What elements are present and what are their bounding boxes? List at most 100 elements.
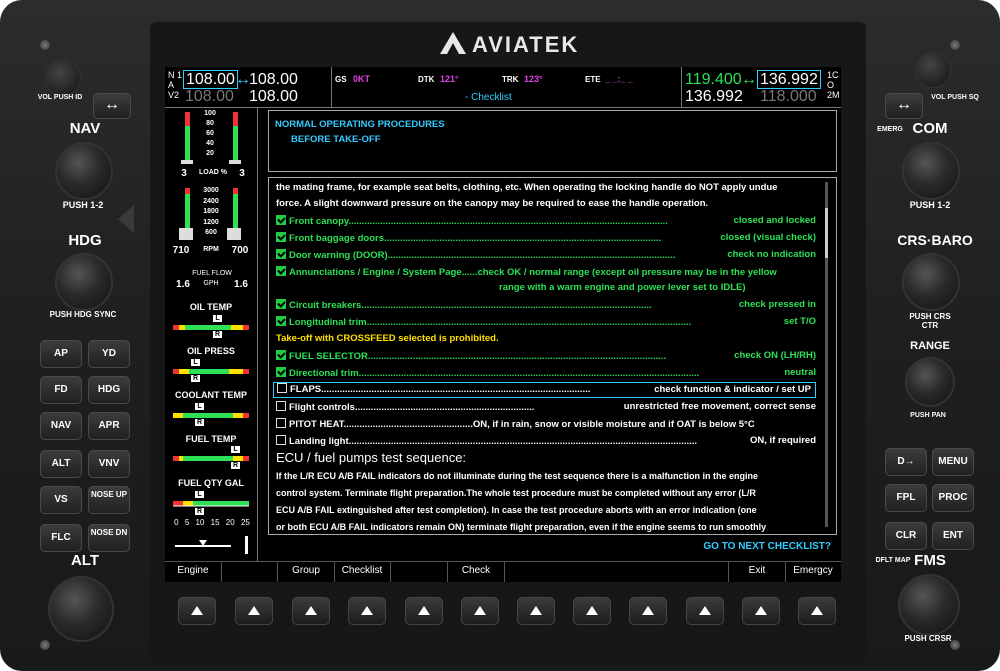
checkbox-checked-icon[interactable] <box>276 266 286 276</box>
load-ticks: 100 80 60 40 20 <box>204 110 216 157</box>
com-knob[interactable] <box>902 142 960 200</box>
fms-label: FMS <box>914 552 946 569</box>
nav-knob[interactable] <box>55 142 113 200</box>
checklist-item-fuel-selector[interactable]: FUEL SELECTOR...........................… <box>276 350 816 362</box>
oil-temp-r-pointer: R <box>213 331 222 338</box>
softkey-label-check: Check <box>447 562 505 582</box>
dtk-value: 121° <box>440 74 459 84</box>
fuel-temp-r-pointer: R <box>231 462 240 469</box>
alt-knob[interactable] <box>48 576 114 642</box>
checkbox-checked-icon[interactable] <box>276 350 286 360</box>
fpl-key[interactable]: FPL <box>885 484 927 512</box>
flc-key[interactable]: FLC <box>40 524 82 552</box>
checkbox-checked-icon[interactable] <box>276 299 286 309</box>
direct-to-key[interactable]: D→ <box>885 448 927 476</box>
checkbox-empty-icon[interactable] <box>276 401 286 411</box>
nav1-active-freq[interactable]: 108.00 <box>183 70 238 89</box>
softkey-label-group: Group <box>277 562 335 582</box>
nav-key[interactable]: NAV <box>40 412 82 440</box>
fms-knob[interactable] <box>898 574 960 636</box>
hdg-knob[interactable] <box>55 253 113 311</box>
vol-knob[interactable] <box>45 60 81 96</box>
checklist-item-front-canopy[interactable]: Front canopy............................… <box>276 215 816 227</box>
checkbox-checked-icon[interactable] <box>276 367 286 377</box>
vs-key[interactable]: VS <box>40 486 82 514</box>
checkbox-checked-icon[interactable] <box>276 316 286 326</box>
com-swap-arrow: ↔ <box>741 71 757 88</box>
softkey-label-exit: Exit <box>728 562 786 582</box>
load-left-value: 3 <box>181 168 187 179</box>
checkbox-checked-icon[interactable] <box>276 232 286 242</box>
checkbox-empty-icon[interactable] <box>277 383 287 393</box>
ecu-test-heading: ECU / fuel pumps test sequence: <box>276 450 467 465</box>
procedure-header: NORMAL OPERATING PROCEDURES BEFORE TAKE-… <box>268 110 837 172</box>
clr-key[interactable]: CLR <box>885 522 927 550</box>
nav2-standby-freq: 108.00 <box>249 88 298 105</box>
softkey-9-button[interactable] <box>629 597 667 625</box>
scrollbar-thumb[interactable] <box>825 208 828 258</box>
nose-dn-key[interactable]: NOSE DN <box>88 524 130 552</box>
range-knob[interactable] <box>905 357 955 407</box>
softkey-label-engine: Engine <box>165 562 222 582</box>
checkbox-checked-icon[interactable] <box>276 249 286 259</box>
checkbox-empty-icon[interactable] <box>276 418 286 428</box>
checklist-item-flight-controls[interactable]: Flight controls.........................… <box>276 401 816 413</box>
hdg-key[interactable]: HDG <box>88 376 130 404</box>
fuel-qty-label: FUEL QTY GAL <box>178 478 244 488</box>
nose-up-key[interactable]: NOSE UP <box>88 486 130 514</box>
fd-key[interactable]: FD <box>40 376 82 404</box>
softkey-8-button[interactable] <box>573 597 611 625</box>
top-status-bar: N 1 A V2 108.00 ↔ 108.00 108.00 108.00 G… <box>165 67 841 108</box>
com-swap-button[interactable]: ↔ <box>885 93 923 119</box>
crs-baro-knob[interactable] <box>902 253 960 311</box>
coolant-r-pointer: R <box>195 419 204 426</box>
softkey-label-checklist: Checklist <box>334 562 391 582</box>
checklist-item-longitudinal-trim[interactable]: Longitudinal trim.......................… <box>276 316 816 328</box>
screw <box>40 640 50 650</box>
softkey-2-button[interactable] <box>235 597 273 625</box>
checklist-item-front-baggage[interactable]: Front baggage doors.....................… <box>276 232 816 244</box>
checkbox-checked-icon[interactable] <box>276 215 286 225</box>
checklist-item-flaps-selected[interactable]: FLAPS...................................… <box>273 382 816 398</box>
softkey-7-button[interactable] <box>517 597 555 625</box>
checklist-item-directional-trim[interactable]: Directional trim........................… <box>276 367 816 379</box>
checklist-item-landing-light[interactable]: Landing light...........................… <box>276 435 816 447</box>
nav-swap-button[interactable]: ↔ <box>93 93 131 119</box>
aviatek-logo-icon <box>440 32 466 54</box>
checkbox-empty-icon[interactable] <box>276 435 286 445</box>
alt-key[interactable]: ALT <box>40 450 82 478</box>
com1-standby-freq[interactable]: 136.992 <box>757 70 821 89</box>
com-vol-knob[interactable] <box>915 52 951 88</box>
softkey-4-button[interactable] <box>348 597 386 625</box>
softkey-10-button[interactable] <box>686 597 724 625</box>
goto-next-checklist[interactable]: GO TO NEXT CHECKLIST? <box>703 541 831 552</box>
softkey-12-button[interactable] <box>798 597 836 625</box>
annunciations-continuation: range with a warm engine and power lever… <box>499 282 746 293</box>
checklist-item-door-warning[interactable]: Door warning (DOOR).....................… <box>276 249 816 261</box>
checklist-item-annunciations[interactable]: Annunciations / Engine / System Page....… <box>276 266 816 278</box>
checklist-panel[interactable]: the mating frame, for example seat belts… <box>268 177 837 535</box>
nav1-standby-freq: 108.00 <box>249 71 298 88</box>
screw <box>40 40 50 50</box>
softkey-11-button[interactable] <box>742 597 780 625</box>
softkey-1-button[interactable] <box>178 597 216 625</box>
checklist-item-circuit-breakers[interactable]: Circuit breakers........................… <box>276 299 816 311</box>
page-title: - Checklist <box>465 92 512 103</box>
apr-key[interactable]: APR <box>88 412 130 440</box>
nav-label: NAV <box>69 120 101 137</box>
push-12-label: PUSH 1-2 <box>62 200 104 210</box>
yd-key[interactable]: YD <box>88 340 130 368</box>
softkey-5-button[interactable] <box>405 597 443 625</box>
ent-key[interactable]: ENT <box>932 522 974 550</box>
hdg-label: HDG <box>68 232 102 249</box>
checklist-item-pitot-heat[interactable]: PITOT HEAT..............................… <box>276 418 816 430</box>
fuel-qty-l-pointer: L <box>195 491 204 498</box>
softkey-6-button[interactable] <box>461 597 499 625</box>
fuel-flow-label: FUEL FLOW <box>192 270 232 277</box>
proc-key[interactable]: PROC <box>932 484 974 512</box>
brand-logo: AVIATEK <box>440 30 580 58</box>
menu-key[interactable]: MENU <box>932 448 974 476</box>
vnv-key[interactable]: VNV <box>88 450 130 478</box>
ap-key[interactable]: AP <box>40 340 82 368</box>
softkey-3-button[interactable] <box>292 597 330 625</box>
